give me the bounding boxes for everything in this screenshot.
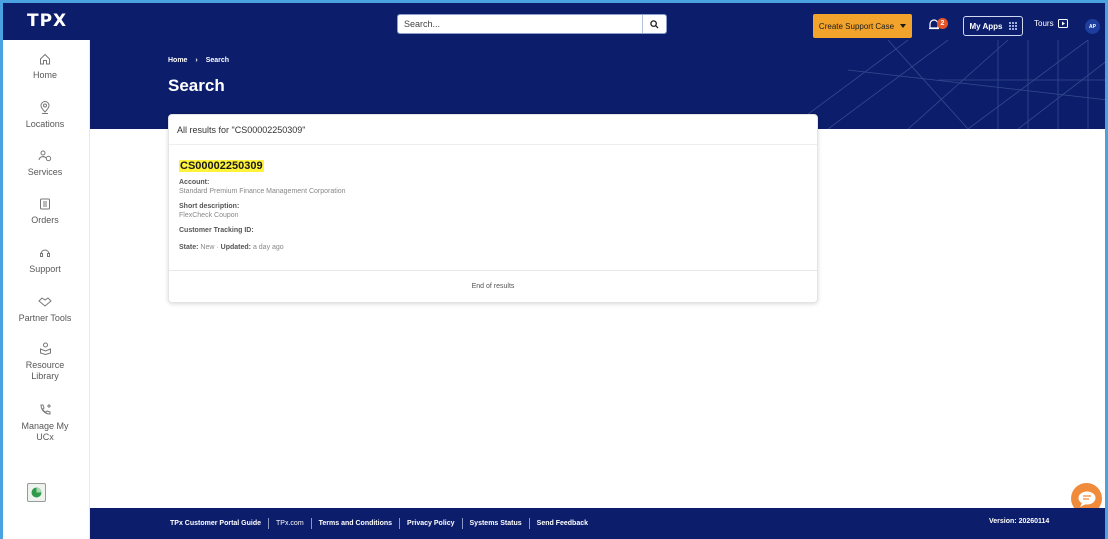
banner-decoration (788, 40, 1108, 129)
sidebar-item-label: Manage My UCx (21, 421, 69, 442)
footer-divider (461, 518, 463, 529)
sidebar: Home Locations Services Orders Support P… (0, 40, 90, 539)
tpx-logo[interactable]: TPX (27, 11, 67, 31)
end-of-results: End of results (471, 283, 515, 290)
results-header: All results for "CS00002250309" (169, 115, 817, 145)
footer-links: TPx Customer Portal Guide TPx.com Terms … (170, 518, 588, 529)
state-value: New (200, 244, 215, 251)
orders-icon (40, 198, 50, 210)
search-results-card: All results for "CS00002250309" CS000022… (168, 114, 818, 303)
pie-chart-icon (31, 487, 42, 498)
status-widget-button[interactable] (27, 483, 46, 502)
footer-link-systems-status[interactable]: Systems Status (470, 520, 522, 527)
tours-button[interactable]: Tours (1034, 19, 1068, 28)
account-value: Standard Premium Finance Management Corp… (179, 188, 346, 195)
create-support-case-label: Create Support Case (818, 21, 895, 31)
home-icon (40, 53, 50, 65)
create-support-case-button[interactable]: Create Support Case (813, 14, 912, 38)
sidebar-item-label: Resource Library (25, 360, 65, 381)
page-title: Search (168, 76, 225, 95)
phone-plus-icon (39, 404, 51, 415)
chat-bubble-icon (1078, 491, 1095, 507)
sidebar-item-label: Support (29, 264, 61, 274)
services-icon (38, 150, 52, 162)
footer-link-tpx-com[interactable]: TPx.com (276, 520, 304, 527)
state-line: State: New · Updated: a day ago (179, 243, 807, 252)
account-label: Account: (179, 179, 210, 186)
footer: TPx Customer Portal Guide TPx.com Terms … (90, 508, 1108, 539)
sidebar-item-manage-my-ucx[interactable]: Manage My UCx (0, 403, 90, 443)
sidebar-item-locations[interactable]: Locations (0, 101, 90, 130)
updated-label: Updated: (220, 244, 251, 251)
footer-link-privacy[interactable]: Privacy Policy (407, 520, 454, 527)
my-apps-label: My Apps (969, 21, 1003, 31)
sidebar-item-orders[interactable]: Orders (0, 198, 90, 226)
search-icon (650, 19, 659, 29)
sidebar-item-partner-tools[interactable]: Partner Tools (0, 296, 90, 324)
global-search (397, 14, 667, 34)
footer-link-portal-guide[interactable]: TPx Customer Portal Guide (170, 520, 261, 527)
tours-label: Tours (1034, 19, 1054, 28)
resource-library-icon (39, 342, 51, 355)
sidebar-item-services[interactable]: Services (0, 150, 90, 178)
grid-icon (1008, 22, 1017, 30)
short-description-label: Short description: (179, 203, 240, 210)
logo-text: TPX (27, 11, 68, 31)
short-description-value: FlexCheck Coupon (179, 212, 239, 219)
search-button[interactable] (642, 15, 666, 33)
caret-down-icon (900, 24, 907, 28)
search-result-item[interactable]: CS00002250309 Account: Standard Premium … (169, 145, 817, 271)
sidebar-item-home[interactable]: Home (0, 53, 90, 81)
sidebar-item-resource-library[interactable]: Resource Library (0, 342, 90, 382)
search-input[interactable] (398, 15, 643, 33)
customer-tracking-id-label: Customer Tracking ID: (179, 227, 254, 234)
version-label: Version: 20260114 (989, 518, 1050, 525)
sidebar-item-label: Locations (25, 119, 65, 129)
notification-count-badge: 2 (937, 18, 948, 29)
sidebar-item-label: Partner Tools (18, 313, 72, 323)
sidebar-item-label: Home (32, 70, 57, 80)
support-icon (40, 249, 50, 257)
footer-divider (310, 518, 312, 529)
play-icon (1057, 19, 1068, 28)
footer-divider (528, 518, 530, 529)
updated-value: a day ago (252, 244, 284, 251)
sidebar-item-label: Services (27, 167, 63, 177)
footer-link-terms[interactable]: Terms and Conditions (319, 520, 392, 527)
breadcrumb-current: Search (205, 57, 230, 64)
handshake-icon (38, 297, 52, 307)
breadcrumb-separator-icon: › (195, 57, 198, 64)
sidebar-item-label: Orders (31, 215, 59, 225)
result-case-id-link[interactable]: CS00002250309 (179, 160, 264, 172)
footer-link-send-feedback[interactable]: Send Feedback (537, 520, 588, 527)
state-label: State: (179, 244, 199, 251)
user-avatar[interactable]: AP (1085, 19, 1100, 34)
notifications-button[interactable]: 2 (928, 17, 950, 33)
breadcrumb: Home › Search (168, 57, 229, 64)
footer-divider (399, 518, 401, 529)
breadcrumb-home-link[interactable]: Home (168, 57, 187, 64)
my-apps-button[interactable]: My Apps (963, 16, 1023, 36)
footer-divider (268, 518, 270, 529)
location-pin-icon (40, 101, 50, 114)
top-navigation-bar: TPX Create Support Case 2 My Apps (0, 0, 1108, 40)
sidebar-item-support[interactable]: Support (0, 247, 90, 275)
